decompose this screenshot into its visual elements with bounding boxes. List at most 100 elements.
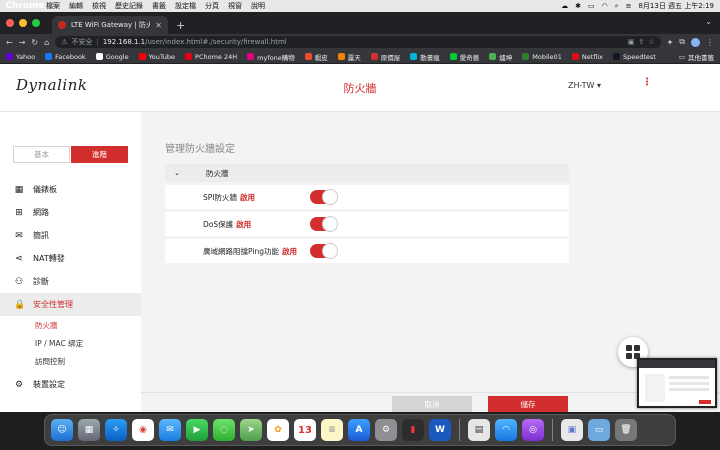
maps-icon[interactable]: ➤ [240, 419, 262, 441]
language-select[interactable]: ZH-TW ▾ [568, 81, 601, 90]
tab-search-icon[interactable]: ⌄ [705, 17, 712, 26]
save-button[interactable]: 儲存 [488, 396, 568, 412]
close-tab-icon[interactable]: ✕ [155, 21, 162, 30]
grid-cell-icon [626, 345, 632, 351]
forward-icon[interactable]: → [19, 38, 26, 47]
menu-window[interactable]: 視窗 [228, 1, 242, 11]
menubar-clock[interactable]: 8月13日 週五 上午2:19 [638, 1, 714, 11]
network-icon: ⊞ [15, 207, 23, 218]
mode-advanced-button[interactable]: 進階 [71, 146, 128, 163]
menu-help[interactable]: 說明 [251, 1, 265, 11]
bookmark-item[interactable]: Mobile01 [522, 53, 562, 61]
sidebar-subitem-access-control[interactable]: 訪問控制 [0, 352, 141, 370]
bluetooth-icon[interactable]: ✱ [575, 2, 581, 10]
wifi-icon[interactable]: ◠ [602, 2, 608, 10]
menu-view[interactable]: 檢視 [92, 1, 106, 11]
bookmark-item[interactable]: Speedtest [613, 53, 656, 61]
bookmark-item[interactable]: Google [95, 53, 129, 61]
bookmark-item[interactable]: 露天 [337, 52, 361, 62]
bookmark-item[interactable]: Yahoo [6, 53, 35, 61]
sidebar-item-security[interactable]: 🔒 安全性管理 [0, 293, 141, 316]
translate-icon[interactable]: ▣ [628, 38, 635, 46]
sidebar-item-network[interactable]: ⊞ 網路 [0, 201, 141, 224]
menu-tab[interactable]: 分頁 [205, 1, 219, 11]
extension-puzzle-icon[interactable]: ⧉ [679, 37, 685, 47]
dashboard-icon: ▦ [14, 184, 24, 195]
photos-icon[interactable]: ✿ [267, 419, 289, 441]
podcasts-icon[interactable]: ◎ [522, 419, 544, 441]
safari-icon[interactable]: ✧ [105, 419, 127, 441]
calendar-icon[interactable]: 13 [294, 419, 316, 441]
home-icon[interactable]: ⌂ [44, 38, 49, 47]
calculator-icon[interactable]: ▤ [468, 419, 490, 441]
facetime-icon[interactable]: ▶ [186, 419, 208, 441]
menu-edit[interactable]: 編輯 [69, 1, 83, 11]
reload-icon[interactable]: ↻ [31, 38, 38, 47]
not-secure-icon[interactable]: ⚠ [61, 38, 67, 46]
new-tab-button[interactable]: + [176, 16, 185, 34]
launchpad-icon[interactable]: ▦ [78, 419, 100, 441]
share-icon[interactable]: ⇪ [638, 38, 644, 46]
bookmark-label: Netflix [581, 52, 603, 61]
search-icon[interactable]: ⌕ [615, 2, 619, 11]
notes-icon[interactable]: ≡ [321, 419, 343, 441]
sidebar-item-diagnostics[interactable]: ⚇ 診斷 [0, 270, 141, 293]
mode-basic-button[interactable]: 基本 [13, 146, 70, 163]
chevron-down-icon[interactable]: ⌄ [165, 169, 189, 177]
system-preferences-icon[interactable]: ⚙ [375, 419, 397, 441]
chrome-menu-icon[interactable]: ⋮ [706, 38, 714, 47]
sidebar-item-dashboard[interactable]: ▦ 儀錶板 [0, 178, 141, 201]
extensions-icon[interactable]: ✦ [667, 38, 674, 47]
activity-monitor-icon[interactable]: ▮ [402, 419, 424, 441]
panel-header[interactable]: ⌄ 防火牆 [165, 164, 569, 182]
cancel-button[interactable]: 取消 [392, 396, 472, 412]
zoom-window-icon[interactable] [32, 19, 40, 27]
sidebar-subitem-ip-mac-binding[interactable]: IP / MAC 綁定 [0, 334, 141, 352]
menu-history[interactable]: 歷史記錄 [115, 1, 143, 11]
battery-icon[interactable]: ▭ [588, 2, 595, 10]
more-menu-icon[interactable]: ⋮ [642, 77, 652, 88]
screenshot-thumbnail[interactable] [637, 358, 717, 408]
chrome-icon[interactable]: ◉ [132, 419, 154, 441]
bookmark-item[interactable]: PChome 24H [185, 53, 237, 61]
sidebar-item-sms[interactable]: ✉ 簡訊 [0, 224, 141, 247]
bookmark-item[interactable]: myfone購物 [247, 52, 295, 62]
sidebar-item-nat[interactable]: ⋖ NAT轉發 [0, 247, 141, 270]
mail-icon[interactable]: ✉ [159, 419, 181, 441]
sidebar-item-device-settings[interactable]: ⚙ 裝置設定 [0, 373, 141, 396]
messages-icon[interactable]: ◌ [213, 419, 235, 441]
bookmark-item[interactable]: YouTube [138, 53, 175, 61]
downloads-folder-icon[interactable]: ▭ [588, 419, 610, 441]
close-window-icon[interactable] [6, 19, 14, 27]
word-icon[interactable]: W [429, 419, 451, 441]
bookmark-item[interactable]: 愛奇藝 [449, 52, 479, 62]
menu-profiles[interactable]: 設定檔 [175, 1, 196, 11]
dos-protection-toggle[interactable] [310, 216, 338, 232]
sidebar-subitem-firewall[interactable]: 防火牆 [0, 316, 141, 334]
menu-bookmarks[interactable]: 書籤 [152, 1, 166, 11]
wifi-app-icon[interactable]: ◠ [495, 419, 517, 441]
trash-icon[interactable]: 🗑 [615, 419, 637, 441]
bookmark-item[interactable]: 爐坤 [489, 52, 512, 62]
bookmark-item[interactable]: Netflix [571, 52, 603, 61]
wan-ping-block-toggle[interactable] [310, 243, 338, 259]
bookmark-item[interactable]: 動畫瘋 [410, 52, 440, 62]
tab-active[interactable]: LTE WiFi Gateway | 防火牆 ✕ [52, 16, 168, 34]
menu-file[interactable]: 檔案 [46, 1, 60, 11]
bookmark-star-icon[interactable]: ☆ [648, 38, 654, 46]
minimize-window-icon[interactable] [19, 19, 27, 27]
address-bar[interactable]: ⚠ 不安全 | 192.168.1.1/user/index.html#./se… [55, 36, 661, 48]
spi-firewall-toggle[interactable] [310, 189, 338, 205]
bookmark-item[interactable]: Facebook [45, 53, 86, 61]
preview-icon[interactable]: ▣ [561, 419, 583, 441]
bookmark-item[interactable]: 原價屋 [370, 52, 400, 62]
control-center-icon[interactable]: ≡ [626, 2, 632, 10]
cloud-icon[interactable]: ☁ [561, 2, 568, 10]
bookmark-item[interactable]: 蝦皮 [304, 52, 328, 62]
back-icon[interactable]: ← [6, 38, 13, 47]
sidebar-item-label: 網路 [33, 208, 49, 217]
profile-avatar[interactable] [691, 37, 700, 47]
other-bookmarks[interactable]: ▭ 其他書籤 [679, 52, 714, 62]
finder-icon[interactable]: ☺ [51, 419, 73, 441]
app-store-icon[interactable]: A [348, 419, 370, 441]
